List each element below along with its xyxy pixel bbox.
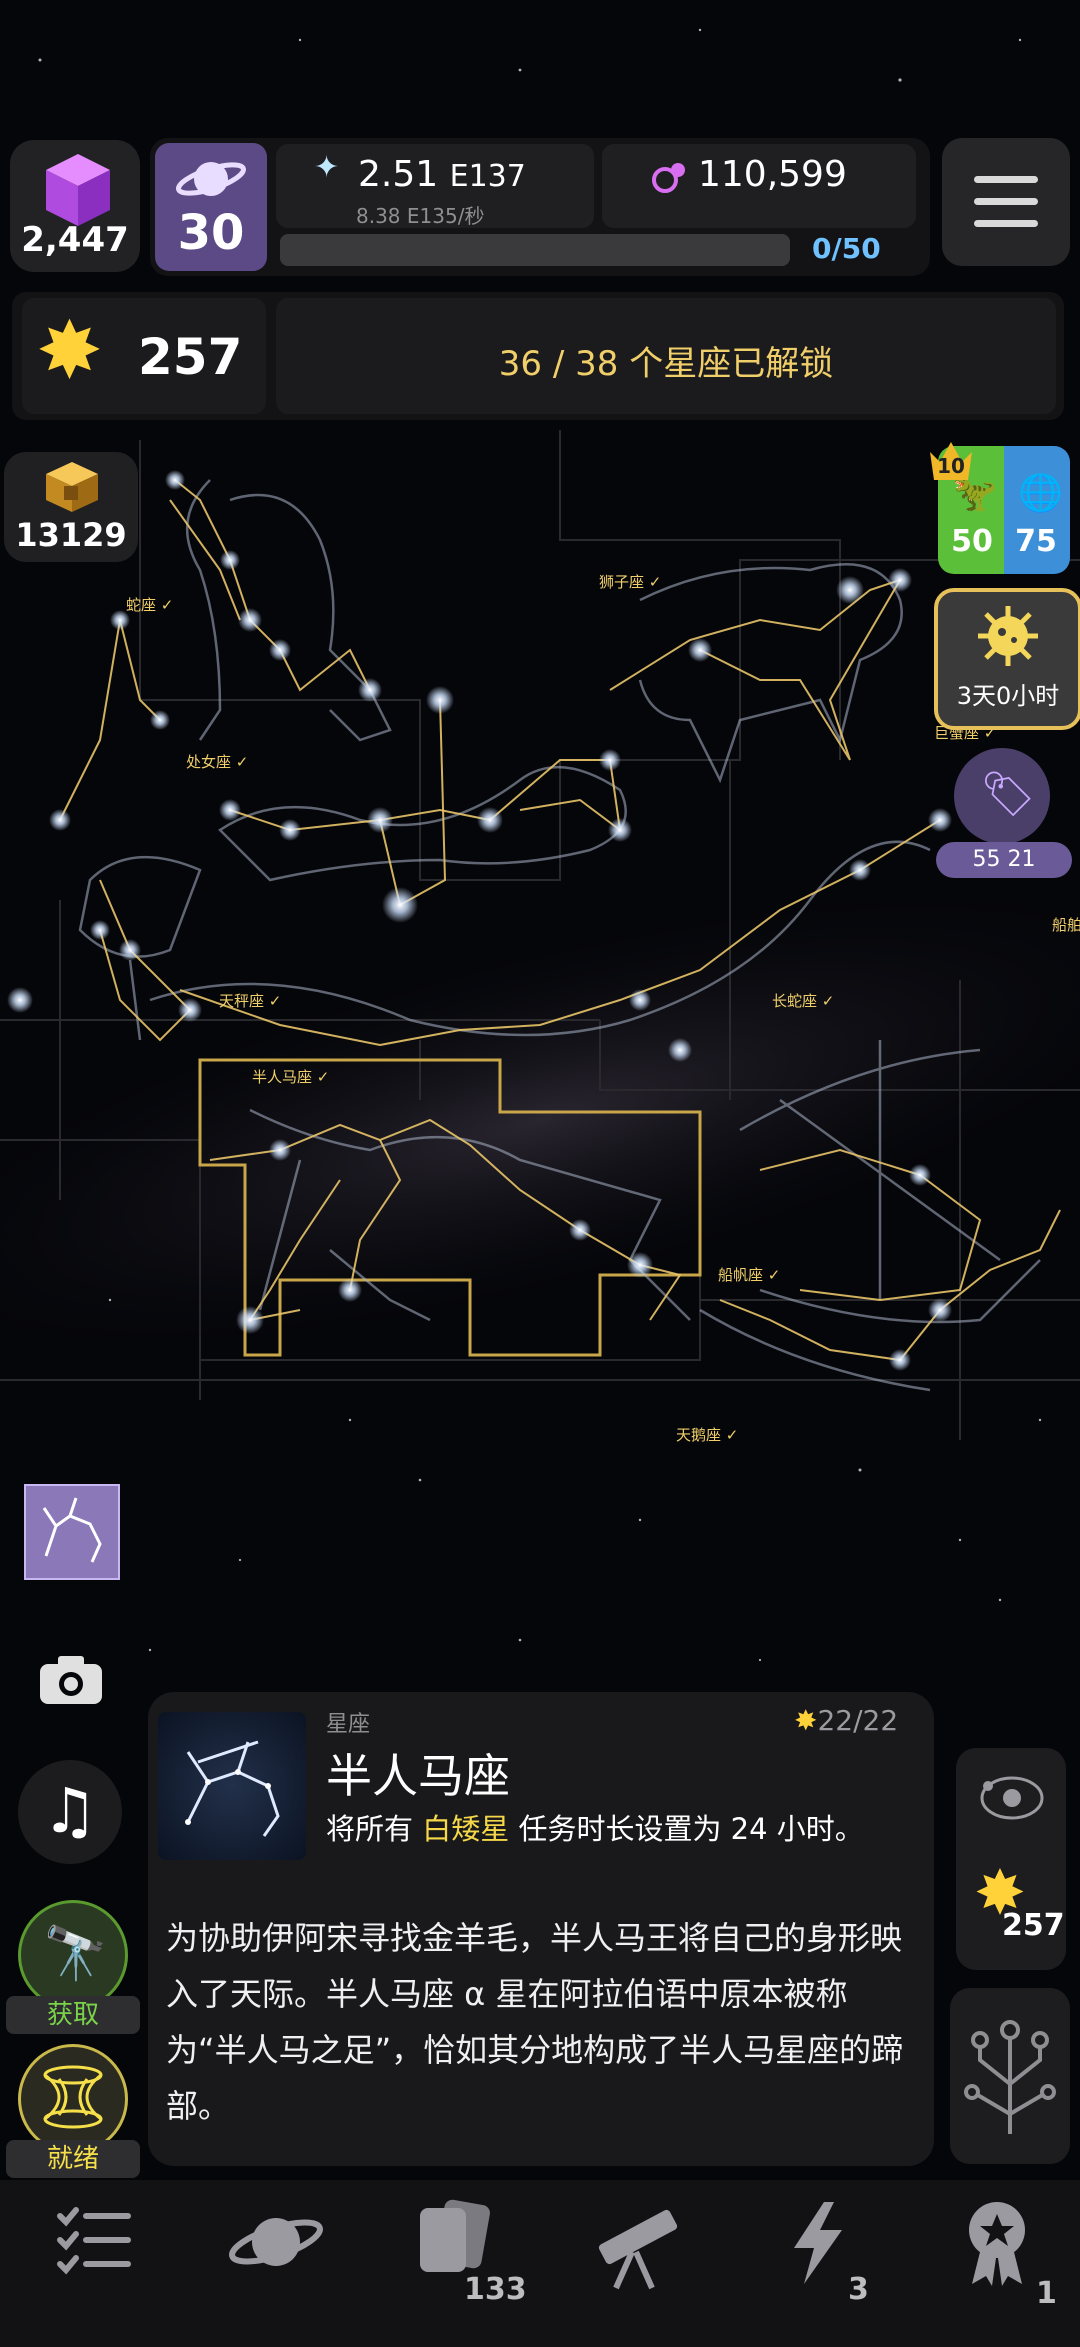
- gems-button[interactable]: 2,447: [10, 140, 140, 272]
- sparkle-icon: ✦: [314, 150, 340, 185]
- telescope-acquire-button[interactable]: 🔭: [18, 1900, 128, 2010]
- card-star-progress: ✸22/22: [794, 1704, 899, 1737]
- nav-tasks[interactable]: [36, 2192, 156, 2332]
- price-tag-icon: 🏷: [980, 769, 1036, 820]
- card-effect: 将所有 白矮星 任务时长设置为 24 小时。: [326, 1812, 864, 1846]
- particles-icon: [652, 163, 685, 193]
- stardust-rate: 8.38 E135/秒: [356, 204, 485, 228]
- skill-tree-icon: [964, 2020, 1056, 2134]
- telescope-icon: 🔭: [43, 1924, 108, 1984]
- unlock-status-text: 36 / 38 个星座已解锁: [498, 344, 834, 384]
- nav-energy[interactable]: 3: [760, 2192, 880, 2332]
- label-carina[interactable]: 船舶: [1052, 914, 1080, 935]
- nav-observatory[interactable]: [580, 2192, 700, 2332]
- particles-box[interactable]: 110,599: [602, 144, 916, 228]
- event-timer-button[interactable]: 3天0小时: [934, 588, 1080, 730]
- globe-count: 75: [1015, 524, 1057, 559]
- label-leo[interactable]: 狮子座 ✓: [599, 571, 661, 592]
- label-vela[interactable]: 船帆座 ✓: [718, 1264, 780, 1285]
- particles-count: 110,599: [698, 154, 847, 195]
- saturn-icon: [176, 162, 246, 196]
- skill-tree-button[interactable]: [950, 1988, 1070, 2164]
- wormhole-icon: [43, 2065, 103, 2129]
- dino-count: 50: [951, 524, 993, 559]
- label-serpens[interactable]: 蛇座 ✓: [126, 594, 173, 615]
- wormhole-ready-button[interactable]: [18, 2044, 128, 2154]
- cube-gem-icon: [46, 154, 110, 226]
- achievements-badge: 1: [1036, 2276, 1057, 2311]
- bottom-navigation: [0, 2180, 1080, 2347]
- planet-icon: [229, 2218, 323, 2266]
- centaur-icon: [42, 1497, 102, 1563]
- tag-timer-text: 55 21: [936, 842, 1072, 878]
- card-category: 星座: [326, 1712, 371, 1737]
- planet-level: 30: [177, 205, 245, 261]
- ready-label[interactable]: 就绪: [6, 2140, 140, 2178]
- cubes-button[interactable]: 13129: [4, 452, 138, 562]
- award-icon: [969, 2202, 1025, 2286]
- gems-count: 2,447: [21, 220, 129, 260]
- effect-highlight: 白矮星: [422, 1812, 510, 1846]
- label-centaurus[interactable]: 半人马座 ✓: [252, 1066, 329, 1087]
- right-tools-panel: ✸ 257: [956, 1748, 1066, 1970]
- unlock-status-box[interactable]: 36 / 38 个星座已解锁: [276, 298, 1056, 414]
- energy-badge: 3: [848, 2272, 869, 2307]
- music-note-icon: ♫: [42, 1774, 98, 1847]
- stardust-box[interactable]: ✦ 2.51 E137 8.38 E135/秒: [276, 144, 594, 228]
- virus-icon: [978, 606, 1038, 666]
- centaurus-thumbnail[interactable]: [24, 1484, 120, 1580]
- camera-icon[interactable]: [38, 1652, 104, 1706]
- music-button[interactable]: ♫: [18, 1760, 122, 1864]
- level-progress-bar: [280, 234, 790, 266]
- gold-cubes-icon: [46, 462, 98, 512]
- label-libra[interactable]: 天秤座 ✓: [219, 990, 281, 1011]
- centaurus-figure-icon: [185, 1740, 280, 1837]
- nav-cards[interactable]: 133: [400, 2192, 527, 2332]
- nav-planets[interactable]: [216, 2192, 336, 2332]
- checklist-icon: [57, 2207, 131, 2275]
- label-hydra[interactable]: 长蛇座 ✓: [772, 990, 834, 1011]
- lightning-icon: [794, 2202, 842, 2284]
- small-star-icon: ✸: [794, 1704, 818, 1737]
- stars-box[interactable]: ✸ 257: [22, 298, 266, 414]
- constellation-image: [158, 1712, 306, 1860]
- stardust-exponent: E137: [449, 159, 526, 194]
- cards-badge: 133: [464, 2272, 527, 2307]
- crown-icon: 10: [928, 436, 974, 484]
- acquire-label[interactable]: 获取: [6, 1996, 140, 2034]
- price-tag-button[interactable]: 🏷: [954, 748, 1050, 844]
- menu-button[interactable]: [942, 138, 1070, 266]
- globe-icon: 🌐: [1018, 473, 1063, 514]
- stars-count: 257: [138, 328, 243, 386]
- orbit-icon[interactable]: [976, 1770, 1048, 1826]
- label-virgo[interactable]: 处女座 ✓: [186, 751, 248, 772]
- telescope-nav-icon: [598, 2209, 678, 2290]
- planet-level-button[interactable]: 30: [155, 143, 267, 271]
- stardust-value: 2.51: [358, 154, 439, 195]
- gold-star-icon: ✸: [36, 304, 104, 397]
- card-title: 半人马座: [326, 1749, 510, 1803]
- constellation-info-card: 星座 ✸22/22 半人马座 将所有 白矮星 任务时长设置为 24 小时。 为协…: [148, 1692, 934, 2166]
- card-lore: 为协助伊阿宋寻找金羊毛，半人马王将自己的身形映入了天际。半人马座 α 星在阿拉伯…: [166, 1919, 904, 2125]
- progress-text: 0/50: [812, 232, 881, 265]
- nav-achievements[interactable]: 1: [940, 2192, 1060, 2332]
- event-timer-text: 3天0小时: [956, 682, 1060, 710]
- right-stars-count: 257: [1002, 1908, 1065, 1943]
- cubes-count: 13129: [15, 516, 127, 554]
- label-cygnus[interactable]: 天鹅座 ✓: [676, 1424, 738, 1445]
